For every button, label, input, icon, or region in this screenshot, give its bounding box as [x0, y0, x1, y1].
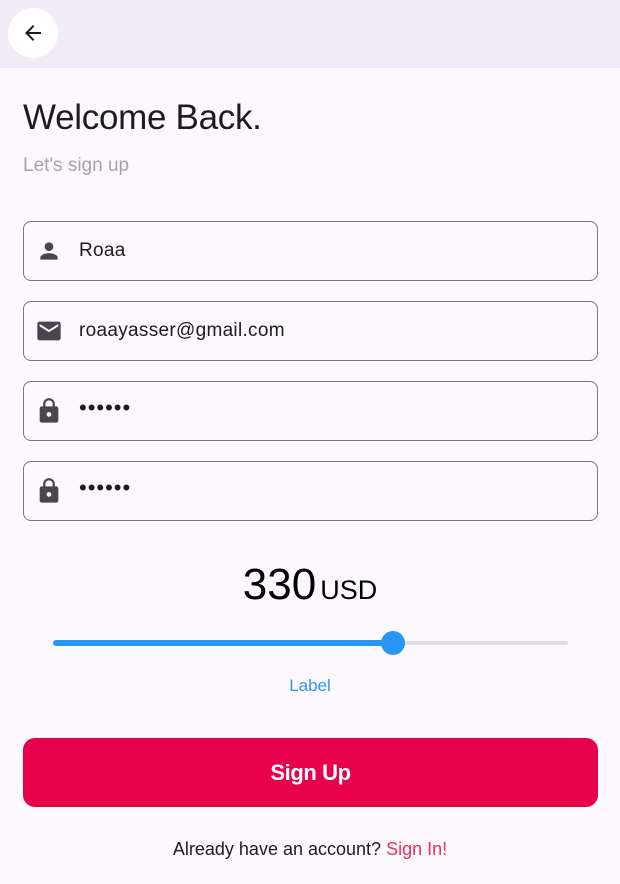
price-currency: USD — [320, 575, 378, 605]
mail-icon — [35, 317, 63, 345]
sign-in-link[interactable]: Sign In! — [386, 839, 447, 859]
lock-icon — [35, 477, 63, 505]
page-title: Welcome Back. — [23, 98, 262, 137]
name-value: Roaa — [79, 240, 126, 261]
arrow-back-icon — [25, 25, 41, 41]
slider-thumb[interactable] — [380, 631, 405, 655]
signin-prompt-text: Already have an account? — [172, 839, 382, 859]
page-subtitle: Let's sign up — [23, 155, 130, 176]
price-display: 330 USD — [0, 560, 620, 610]
password-field[interactable]: •••••• — [23, 381, 598, 441]
confirm-password-value: •••••• — [79, 475, 132, 500]
person-icon — [35, 237, 63, 265]
name-field[interactable]: Roaa — [23, 221, 598, 281]
back-button[interactable] — [8, 8, 58, 58]
password-value: •••••• — [79, 395, 132, 420]
slider-label: Label — [289, 676, 331, 695]
slider-active-track — [53, 640, 393, 646]
confirm-password-field[interactable]: •••••• — [23, 461, 598, 521]
price-slider[interactable] — [53, 630, 568, 656]
lock-icon — [35, 397, 63, 425]
email-field[interactable]: roaayasser@gmail.com — [23, 301, 598, 361]
price-amount: 330 — [242, 560, 317, 609]
sign-up-button[interactable]: Sign Up — [23, 738, 598, 807]
app-bar — [0, 0, 620, 68]
email-value: roaayasser@gmail.com — [79, 320, 285, 341]
signin-prompt: Already have an account? Sign In! — [0, 839, 620, 860]
